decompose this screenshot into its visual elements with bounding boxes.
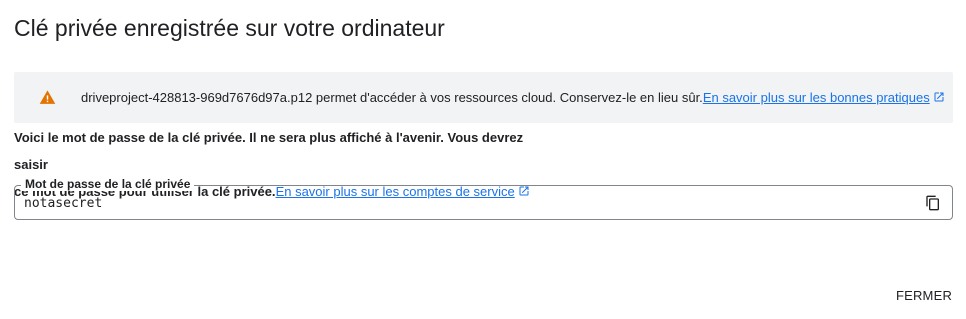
password-field[interactable]: Mot de passe de la clé privée notasecret — [14, 177, 953, 220]
external-link-icon — [933, 91, 945, 103]
warning-icon — [39, 89, 56, 106]
best-practices-link[interactable]: En savoir plus sur les bonnes pratiques — [703, 90, 945, 105]
best-practices-link-label: En savoir plus sur les bonnes pratiques — [702, 90, 930, 105]
password-value[interactable]: notasecret — [24, 196, 102, 211]
warning-banner: driveproject-428813-969d7676d97a.p12 per… — [14, 72, 953, 123]
close-button[interactable]: FERMER — [889, 279, 959, 311]
info-line-1: Voici le mot de passe de la clé privée. … — [14, 130, 524, 172]
dialog-title: Clé privée enregistrée sur votre ordinat… — [14, 15, 445, 41]
password-field-label: Mot de passe de la clé privée — [21, 177, 195, 191]
private-key-dialog: Clé privée enregistrée sur votre ordinat… — [0, 0, 966, 319]
copy-icon[interactable] — [925, 195, 941, 211]
banner-text: driveproject-428813-969d7676d97a.p12 per… — [81, 90, 703, 105]
